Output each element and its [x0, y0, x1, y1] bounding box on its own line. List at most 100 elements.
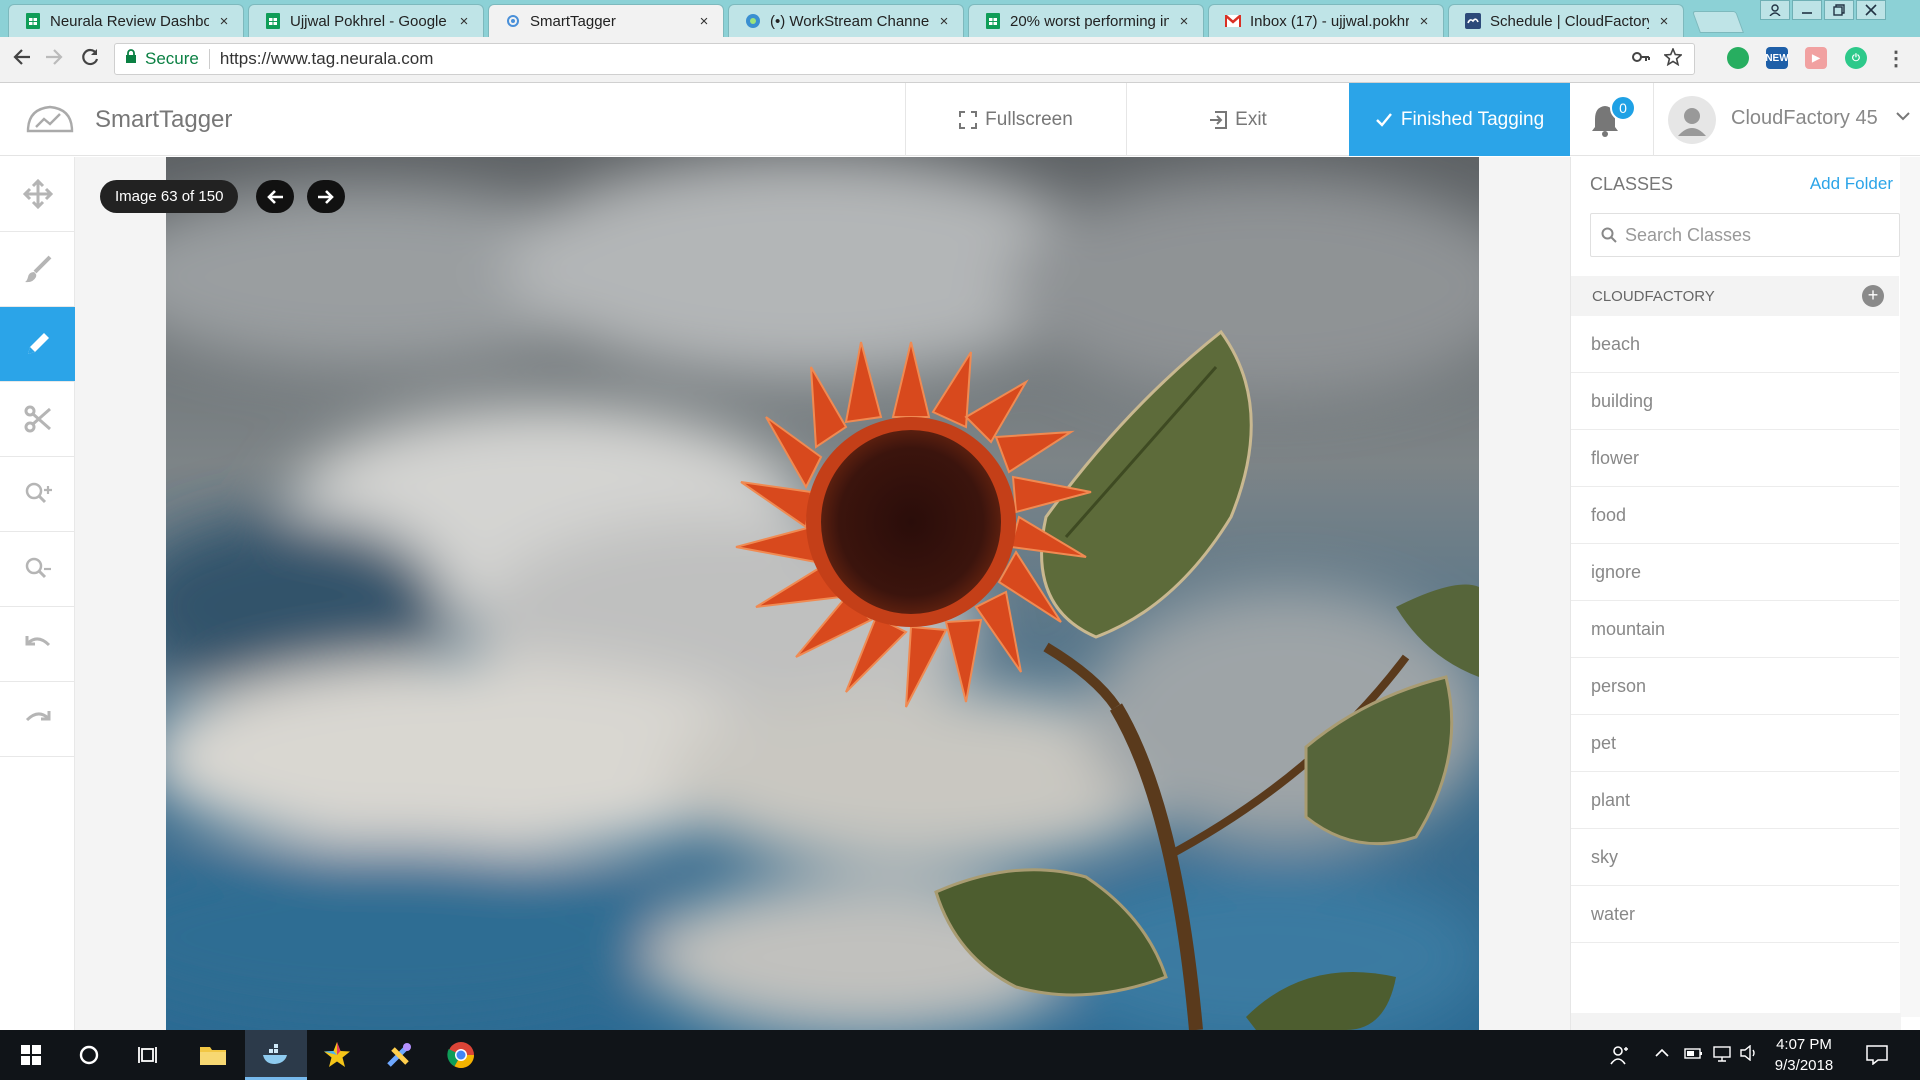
- scissors-tool-button[interactable]: [0, 382, 75, 457]
- browser-tab-strip: Neurala Review Dashboa × Ujjwal Pokhrel …: [0, 0, 1920, 37]
- cortana-circle-icon: [79, 1045, 99, 1065]
- brush-icon: [24, 255, 51, 283]
- close-icon[interactable]: ×: [1655, 13, 1673, 30]
- class-item-ignore[interactable]: ignore: [1571, 544, 1899, 601]
- browser-tab-smarttagger[interactable]: SmartTagger ×: [488, 4, 724, 37]
- panel-horizontal-scrollbar[interactable]: [1571, 1013, 1901, 1030]
- exit-label: Exit: [1235, 108, 1267, 130]
- add-folder-link[interactable]: Add Folder: [1810, 174, 1893, 194]
- taskbar-app-active[interactable]: [245, 1030, 307, 1080]
- browser-tab-ujjwal-sheet[interactable]: Ujjwal Pokhrel - Google ×: [248, 4, 484, 37]
- arrow-left-icon: [267, 189, 283, 204]
- exit-icon: [1210, 110, 1228, 129]
- windows-taskbar: 4:07 PM 9/3/2018: [0, 1030, 1920, 1080]
- exit-button[interactable]: Exit: [1126, 83, 1349, 156]
- finished-tagging-button[interactable]: Finished Tagging: [1349, 83, 1570, 156]
- file-explorer-button[interactable]: [182, 1030, 244, 1080]
- search-classes-input[interactable]: [1625, 224, 1885, 246]
- profile-icon[interactable]: [1760, 0, 1790, 20]
- new-tab-button[interactable]: [1691, 11, 1745, 33]
- close-icon[interactable]: ×: [455, 13, 473, 30]
- checkmark-icon: [1375, 112, 1392, 127]
- undo-icon: [25, 636, 50, 647]
- browser-tab-neurala-dashboard[interactable]: Neurala Review Dashboa ×: [8, 4, 244, 37]
- pencil-icon: [27, 333, 49, 354]
- clock-time: 4:07 PM: [1776, 1036, 1832, 1053]
- redo-icon: [25, 711, 50, 722]
- window-close-icon[interactable]: [1856, 0, 1886, 20]
- browser-tab-worst-performing[interactable]: 20% worst performing in ×: [968, 4, 1204, 37]
- redo-button[interactable]: [0, 682, 75, 757]
- tray-chevron-up-icon[interactable]: [1654, 1045, 1670, 1066]
- class-item-person[interactable]: person: [1571, 658, 1899, 715]
- windows-start-button[interactable]: [0, 1030, 62, 1080]
- browser-tab-workstream[interactable]: (•) WorkStream Channels ×: [728, 4, 964, 37]
- panel-vertical-scrollbar[interactable]: [1900, 157, 1920, 1017]
- class-item-building[interactable]: building: [1571, 373, 1899, 430]
- close-icon[interactable]: ×: [1175, 13, 1193, 30]
- network-icon[interactable]: [1712, 1045, 1734, 1068]
- address-bar[interactable]: Secure https://www.tag.neurala.com: [114, 43, 1695, 75]
- undo-button[interactable]: [0, 607, 75, 682]
- forward-arrow-icon[interactable]: [40, 47, 68, 73]
- taskbar-clock[interactable]: 4:07 PM 9/3/2018: [1754, 1034, 1854, 1076]
- browser-tab-cloudfactory-schedule[interactable]: Schedule | CloudFactory ×: [1448, 4, 1684, 37]
- close-icon[interactable]: ×: [215, 13, 233, 30]
- extension-video-icon[interactable]: ▶: [1805, 47, 1827, 69]
- close-icon[interactable]: ×: [1415, 13, 1433, 30]
- brush-tool-button[interactable]: [0, 232, 75, 307]
- chrome-menu-icon[interactable]: ⋮: [1885, 47, 1907, 70]
- search-classes-field[interactable]: [1590, 213, 1900, 257]
- battery-icon[interactable]: [1684, 1045, 1704, 1066]
- gmail-icon: [1225, 13, 1241, 29]
- previous-image-button[interactable]: [256, 180, 294, 213]
- browser-tab-gmail[interactable]: Inbox (17) - ujjwal.pokhr ×: [1208, 4, 1444, 37]
- taskbar-star-app[interactable]: [306, 1030, 368, 1080]
- key-icon[interactable]: [1632, 48, 1650, 71]
- user-menu[interactable]: CloudFactory 45: [1653, 83, 1920, 156]
- minimize-icon[interactable]: [1792, 0, 1822, 20]
- class-item-beach[interactable]: beach: [1571, 316, 1899, 373]
- class-item-water[interactable]: water: [1571, 886, 1899, 943]
- pencil-tool-button[interactable]: [0, 307, 75, 382]
- task-view-button[interactable]: [118, 1030, 180, 1080]
- class-item-mountain[interactable]: mountain: [1571, 601, 1899, 658]
- extension-green-icon[interactable]: [1727, 47, 1749, 69]
- sheets-icon: [985, 13, 1001, 29]
- move-tool-button[interactable]: [0, 157, 75, 232]
- cortana-search-button[interactable]: [58, 1030, 120, 1080]
- docker-whale-icon: [263, 1043, 287, 1064]
- people-icon[interactable]: [1610, 1045, 1630, 1070]
- avatar: [1668, 96, 1716, 144]
- reload-icon[interactable]: [76, 47, 104, 73]
- tagging-image[interactable]: [166, 157, 1479, 1030]
- class-folder[interactable]: CLOUDFACTORY +: [1571, 276, 1899, 316]
- url-text[interactable]: https://www.tag.neurala.com: [220, 49, 434, 69]
- action-center-icon[interactable]: [1866, 1045, 1888, 1070]
- add-class-plus-icon[interactable]: +: [1862, 285, 1884, 307]
- tab-label: Schedule | CloudFactory: [1490, 12, 1649, 30]
- class-item-sky[interactable]: sky: [1571, 829, 1899, 886]
- taskbar-tools-app[interactable]: [368, 1030, 430, 1080]
- extension-news-icon[interactable]: NEW: [1765, 47, 1789, 69]
- next-image-button[interactable]: [307, 180, 345, 213]
- class-item-plant[interactable]: plant: [1571, 772, 1899, 829]
- image-canvas[interactable]: [75, 157, 1570, 1030]
- fullscreen-button[interactable]: Fullscreen: [905, 83, 1126, 156]
- arrow-right-icon: [318, 189, 334, 204]
- secure-label: Secure: [145, 49, 199, 68]
- close-icon[interactable]: ×: [695, 13, 713, 30]
- back-arrow-icon[interactable]: [8, 47, 36, 73]
- app-brand: SmartTagger: [95, 106, 233, 133]
- class-item-flower[interactable]: flower: [1571, 430, 1899, 487]
- tab-label: 20% worst performing in: [1010, 12, 1169, 30]
- bookmark-star-icon[interactable]: [1663, 46, 1683, 71]
- class-item-pet[interactable]: pet: [1571, 715, 1899, 772]
- zoom-out-button[interactable]: [0, 532, 75, 607]
- taskbar-chrome[interactable]: [430, 1030, 492, 1080]
- class-item-food[interactable]: food: [1571, 487, 1899, 544]
- close-icon[interactable]: ×: [935, 13, 953, 30]
- restore-icon[interactable]: [1824, 0, 1854, 20]
- extension-timer-icon[interactable]: ⏻: [1845, 47, 1867, 69]
- zoom-in-button[interactable]: [0, 457, 75, 532]
